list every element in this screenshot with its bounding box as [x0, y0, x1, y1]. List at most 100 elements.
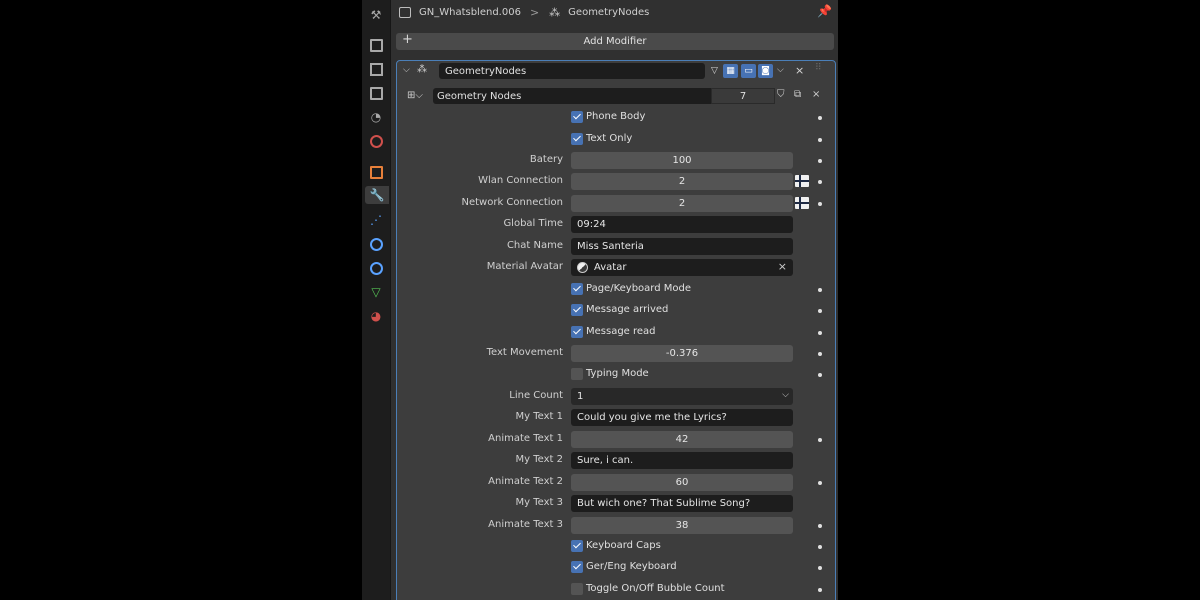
modifier-menu-chevron-icon[interactable]: ⌵ — [777, 65, 784, 75]
keyframe-dot-icon[interactable] — [818, 180, 822, 185]
checkbox[interactable] — [571, 561, 583, 574]
clear-icon[interactable]: × — [778, 260, 787, 273]
collapse-chevron-icon[interactable]: ⌵ — [403, 65, 410, 75]
property-row: Animate Text 3 38 — [397, 516, 835, 535]
keyframe-dot-icon[interactable] — [818, 158, 822, 163]
checkbox-label[interactable]: Phone Body — [586, 111, 645, 122]
pin-icon[interactable]: 📌 — [817, 4, 832, 18]
viewport-display-icon[interactable]: ▭ — [741, 64, 756, 78]
keyframe-dot-icon[interactable] — [818, 330, 822, 335]
fake-user-shield-icon[interactable]: ⛉ — [777, 89, 785, 100]
tool-tab-icon[interactable]: ⚒ — [367, 6, 385, 24]
geometry-nodes-icon: ⁂ — [417, 64, 427, 75]
modifier-panel: ⌵ ⁂ GeometryNodes ▽ ▦ ▭ ◙ ⌵ × ⠿ ⊞⌵ Geome… — [396, 60, 836, 600]
text-input[interactable]: Could you give me the Lyrics? — [571, 409, 793, 427]
checkbox-label[interactable]: Message read — [586, 326, 656, 337]
checkbox-label[interactable]: Text Only — [586, 133, 632, 144]
object-tab-icon[interactable] — [367, 163, 385, 181]
duplicate-icon[interactable]: ⧉ — [794, 89, 801, 100]
add-modifier-button[interactable]: + Add Modifier — [396, 32, 834, 50]
keyframe-dot-icon[interactable] — [818, 137, 822, 142]
unlink-icon[interactable]: × — [812, 89, 820, 100]
checkbox-label[interactable]: Keyboard Caps — [586, 540, 661, 551]
data-tab-icon[interactable]: ▽ — [367, 283, 385, 301]
geometry-nodes-icon: ⁂ — [549, 5, 561, 19]
text-input[interactable]: But wich one? That Sublime Song? — [571, 495, 793, 513]
property-label: Text Movement — [486, 346, 563, 358]
keyframe-dot-icon[interactable] — [818, 351, 822, 356]
modifier-name-field[interactable]: GeometryNodes — [439, 63, 705, 79]
number-field[interactable]: 42 — [571, 430, 793, 448]
number-field[interactable]: -0.376 — [571, 344, 793, 362]
add-modifier-label: Add Modifier — [583, 36, 647, 47]
property-row: My Text 1 Could you give me the Lyrics? — [397, 409, 835, 427]
dropdown[interactable]: 1 ⌵ — [571, 387, 793, 405]
checkbox-label[interactable]: Ger/Eng Keyboard — [586, 561, 677, 572]
keyframe-dot-icon[interactable] — [818, 587, 822, 592]
checkbox[interactable] — [571, 582, 583, 595]
text-input[interactable]: Miss Santeria — [571, 237, 793, 255]
node-group-row: ⊞⌵ Geometry Nodes 7 ⛉ ⧉ × — [397, 87, 835, 105]
material-tab-icon[interactable]: ◕ — [367, 307, 385, 325]
keyframe-dot-icon[interactable] — [818, 201, 822, 206]
particles-tab-icon[interactable]: ⋰ — [367, 211, 385, 229]
keyframe-dot-icon[interactable] — [818, 373, 822, 378]
property-row: Line Count 1 ⌵ — [397, 387, 835, 406]
keyframe-dot-icon[interactable] — [818, 545, 822, 549]
property-row: Animate Text 2 60 — [397, 473, 835, 492]
render-tab-icon[interactable] — [367, 36, 385, 54]
checkbox[interactable] — [571, 304, 583, 316]
keyframe-dot-icon[interactable] — [818, 287, 822, 292]
property-label: My Text 1 — [515, 411, 564, 423]
edit-mode-icon[interactable]: ▦ — [723, 64, 738, 78]
node-group-name-value: Geometry Nodes — [437, 90, 522, 102]
property-row: Network Connection 2 — [397, 194, 835, 213]
material-field[interactable]: Avatar × — [571, 259, 793, 277]
checkbox-label[interactable]: Typing Mode — [586, 368, 649, 379]
output-tab-icon[interactable] — [367, 60, 385, 78]
number-field[interactable]: 2 — [571, 173, 793, 191]
property-row: Typing Mode — [397, 366, 835, 384]
keyframe-dot-icon[interactable] — [818, 480, 822, 485]
checkbox[interactable] — [571, 368, 583, 381]
physics-tab-icon[interactable] — [367, 235, 385, 253]
number-field[interactable]: 2 — [571, 194, 793, 212]
number-field[interactable]: 38 — [571, 516, 793, 534]
keyframe-dot-icon[interactable] — [818, 566, 822, 571]
checkbox-label[interactable]: Toggle On/Off Bubble Count — [586, 583, 725, 594]
text-input[interactable]: 09:24 — [571, 216, 793, 234]
scene-tab-icon[interactable]: ◔ — [367, 108, 385, 126]
number-field[interactable]: 100 — [571, 151, 793, 169]
checkbox-label[interactable]: Page/Keyboard Mode — [586, 283, 691, 294]
checkbox[interactable] — [571, 325, 583, 338]
number-value: 2 — [678, 197, 686, 209]
property-row: Message read — [397, 324, 835, 342]
node-tree-icon[interactable]: ⊞⌵ — [407, 90, 423, 101]
drag-handle-icon[interactable]: ⠿ — [815, 63, 822, 73]
finland-flag-icon — [795, 175, 809, 188]
text-input[interactable]: Sure, i can. — [571, 452, 793, 470]
constraints-tab-icon[interactable] — [367, 259, 385, 277]
checkbox-label[interactable]: Message arrived — [586, 304, 668, 315]
property-row: Batery 100 — [397, 151, 835, 170]
keyframe-dot-icon[interactable] — [818, 437, 822, 442]
keyframe-dot-icon[interactable] — [818, 309, 822, 313]
property-row: Global Time 09:24 — [397, 216, 835, 234]
checkbox[interactable] — [571, 282, 583, 295]
render-camera-icon[interactable]: ◙ — [758, 64, 773, 78]
node-group-name-field[interactable]: Geometry Nodes — [433, 88, 711, 104]
number-field[interactable]: 60 — [571, 473, 793, 491]
checkbox[interactable] — [571, 132, 583, 145]
keyframe-dot-icon[interactable] — [818, 116, 822, 120]
world-tab-icon[interactable] — [367, 132, 385, 150]
checkbox[interactable] — [571, 540, 583, 552]
modifier-tab-icon[interactable]: 🔧 — [365, 186, 389, 204]
modifier-header: ⌵ ⁂ GeometryNodes ▽ ▦ ▭ ◙ ⌵ × ⠿ — [397, 61, 835, 81]
view-layer-tab-icon[interactable] — [367, 84, 385, 102]
on-cage-icon[interactable]: ▽ — [707, 64, 722, 78]
property-row: Page/Keyboard Mode — [397, 281, 835, 299]
remove-modifier-icon[interactable]: × — [795, 64, 804, 77]
checkbox[interactable] — [571, 111, 583, 123]
node-group-users-count[interactable]: 7 — [711, 88, 775, 104]
keyframe-dot-icon[interactable] — [818, 523, 822, 528]
